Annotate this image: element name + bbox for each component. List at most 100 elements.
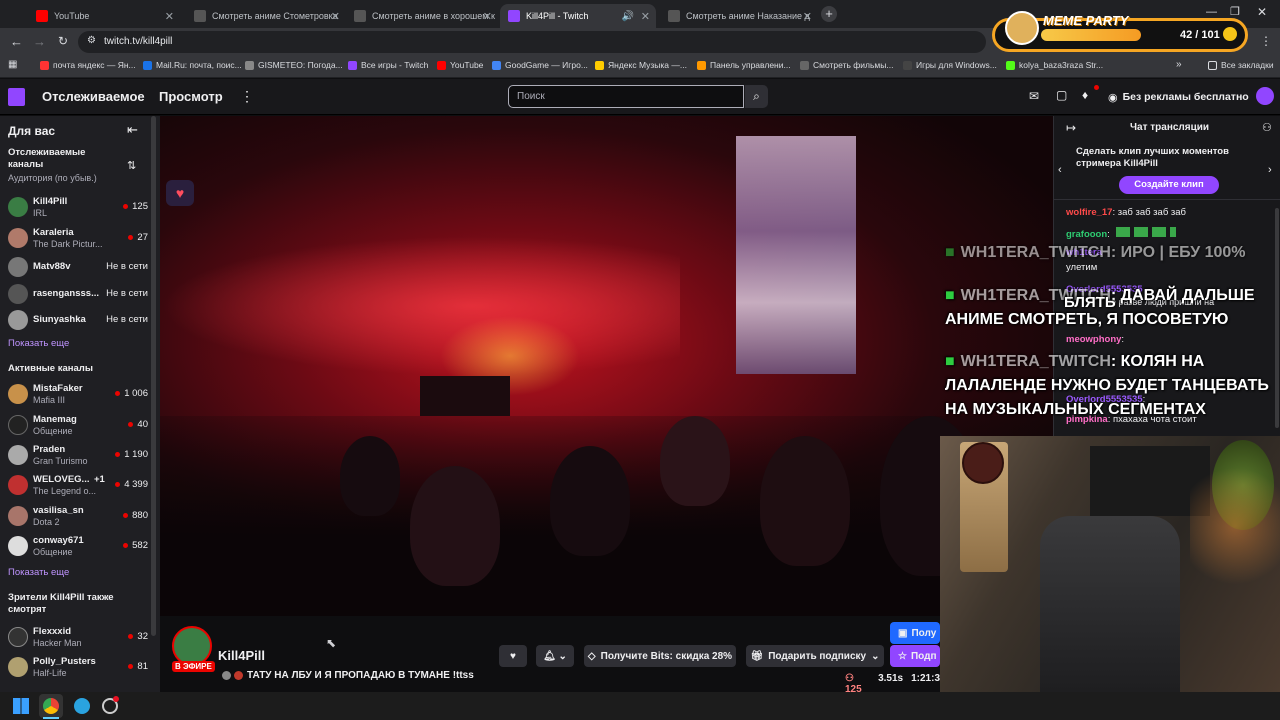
bookmark-item[interactable]: GoodGame — Игро... <box>492 60 588 70</box>
drops-label: Полу <box>911 627 937 639</box>
telegram-icon[interactable] <box>74 698 90 714</box>
streamer-avatar[interactable] <box>172 626 212 666</box>
prime-icon[interactable]: ♦ <box>1082 88 1088 102</box>
notifications-button[interactable]: 🔔︎ ⌄ <box>536 645 574 667</box>
chat-text: : <box>1121 334 1125 345</box>
kick-icon: ■ <box>945 287 955 304</box>
chat-user[interactable]: wolfire_17 <box>1066 207 1112 218</box>
collapse-chat-icon[interactable]: ↦ <box>1066 121 1076 135</box>
gift-sub-button[interactable]: 🎁︎ Подарить подписку ⌄ <box>746 645 884 667</box>
tab-anime-1[interactable]: Смотреть аниме Стометровка ✕ <box>186 4 346 28</box>
back-icon[interactable]: ← <box>10 34 23 49</box>
sidebar-channel[interactable]: conway671 Общение 582 <box>8 534 148 560</box>
clip-banner-text: Сделать клип лучших моментов стримера Ki… <box>1076 146 1229 169</box>
bookmark-item[interactable]: Игры для Windows... <box>903 60 997 70</box>
bits-icon: ◇ <box>587 650 596 662</box>
bookmark-item[interactable]: Панель управлени... <box>697 60 791 70</box>
whispers-icon[interactable]: ▢ <box>1056 88 1067 102</box>
reload-icon[interactable]: ↻ <box>58 34 68 48</box>
twitch-logo-icon[interactable] <box>8 88 25 106</box>
sidebar-channel[interactable]: Manemag Общение 40 <box>8 413 148 439</box>
chat-user[interactable]: grafooon <box>1066 229 1107 240</box>
follow-button[interactable]: ♥ <box>499 645 527 667</box>
close-icon[interactable]: ✕ <box>165 10 174 23</box>
channel-name: Karaleria <box>33 227 74 238</box>
menu-dots-icon[interactable]: ⋮ <box>1260 34 1272 48</box>
clip-banner: ‹ Сделать клип лучших моментов стримера … <box>1054 140 1280 200</box>
sidebar-channel[interactable]: WELOVEG... The Legend o... +1 4 399 <box>8 473 148 499</box>
bookmark-item[interactable]: Смотреть фильмы... <box>800 60 893 70</box>
sidebar-channel[interactable]: Siunyashka Не в сети <box>8 308 148 334</box>
get-bits-button[interactable]: ◇ Получите Bits: скидка 28% <box>584 645 736 667</box>
apps-grid-icon[interactable]: ▦ <box>8 59 17 70</box>
nav-following[interactable]: Отслеживаемое <box>42 89 145 104</box>
speaker-icon[interactable]: 🔊 <box>622 11 634 22</box>
sidebar-channel[interactable]: MistaFaker Mafia III 1 006 <box>8 382 148 408</box>
chrome-taskbar-item[interactable] <box>39 694 63 718</box>
tab-anime-3[interactable]: Смотреть аниме Наказание д ✕ <box>660 4 818 28</box>
bookmark-item[interactable]: YouTube <box>437 60 483 70</box>
search-icon[interactable]: ⌕ <box>745 85 768 108</box>
forward-icon[interactable]: → <box>33 34 46 49</box>
bookmark-item[interactable]: Яндекс Музыка —... <box>595 60 687 70</box>
show-more-link[interactable]: Показать еще <box>8 338 69 349</box>
sidebar-channel[interactable]: Matv88v Не в сети <box>8 255 148 281</box>
show-more-link[interactable]: Показать еще <box>8 567 69 578</box>
bookmark-item[interactable]: GISMETEO: Погода... <box>245 60 343 70</box>
sort-icon[interactable]: ⇅ <box>127 159 136 172</box>
tab-label: YouTube <box>54 11 90 21</box>
windows-start-icon[interactable] <box>13 698 29 714</box>
more-menu-icon[interactable]: ⋮ <box>240 88 254 105</box>
bookmark-item[interactable]: Все игры - Twitch <box>348 60 428 70</box>
channel-title[interactable]: Kill4Pill <box>218 648 265 663</box>
all-bookmarks[interactable]: Все закладки <box>1208 60 1274 70</box>
user-avatar[interactable] <box>1256 87 1274 105</box>
drops-button[interactable]: ▣ Полу <box>890 622 940 644</box>
close-icon[interactable]: ✕ <box>641 10 650 23</box>
viewer-count: 81 <box>128 661 148 672</box>
heart-icon[interactable]: ♥ <box>166 180 194 206</box>
more-bookmarks-icon[interactable]: » <box>1176 59 1182 70</box>
chevron-right-icon[interactable]: › <box>1268 164 1272 176</box>
create-clip-button[interactable]: Создайте клип <box>1119 176 1219 194</box>
collapse-sidebar-icon[interactable]: ⇤ <box>127 122 138 138</box>
minimize-button[interactable]: — <box>1206 6 1217 18</box>
tab-twitch[interactable]: Kill4Pill - Twitch 🔊 ✕ <box>500 4 656 28</box>
search-input[interactable]: Поиск <box>508 85 744 108</box>
nav-browse[interactable]: Просмотр <box>159 89 223 104</box>
close-icon[interactable]: ✕ <box>483 10 492 23</box>
video-player[interactable]: ♥ <box>160 116 1053 616</box>
subscribe-button[interactable]: ☆ Подп <box>890 645 940 667</box>
sidebar-channel[interactable]: Karaleria The Dark Pictur... 27 <box>8 226 148 252</box>
sidebar-channel[interactable]: Flexxxid Hacker Man 32 <box>8 625 148 651</box>
close-window-button[interactable]: ✕ <box>1257 5 1267 19</box>
site-info-icon[interactable]: ⚙ <box>87 35 96 46</box>
bookmark-item[interactable]: Mail.Ru: почта, поис... <box>143 60 242 70</box>
viewer-count: 32 <box>128 631 148 642</box>
close-icon[interactable]: ✕ <box>803 10 812 23</box>
users-icon[interactable]: ⚇ <box>1262 121 1272 134</box>
sidebar-scrollbar[interactable] <box>151 116 156 636</box>
avatar <box>8 445 28 465</box>
sidebar-channel[interactable]: vasilisa_sn Dota 2 880 <box>8 504 148 530</box>
chat-scrollbar[interactable] <box>1275 208 1279 428</box>
no-ads-button[interactable]: ◉ Без рекламы бесплатно <box>1108 88 1249 106</box>
search-placeholder: Поиск <box>517 91 545 102</box>
chevron-left-icon[interactable]: ‹ <box>1058 164 1062 176</box>
inbox-icon[interactable]: ✉ <box>1029 89 1039 103</box>
tab-youtube[interactable]: YouTube ✕ <box>28 4 180 28</box>
new-tab-button[interactable]: + <box>821 6 837 22</box>
sidebar-channel[interactable]: rasengansss... Не в сети <box>8 282 148 308</box>
address-bar[interactable]: ⚙ twitch.tv/kill4pill <box>78 31 986 53</box>
chat-user[interactable]: meowphony <box>1066 334 1121 345</box>
gift-label: Подарить подписку <box>768 650 867 662</box>
sidebar-channel[interactable]: Kill4Pill IRL 125 <box>8 195 148 221</box>
sidebar-channel[interactable]: Praden Gran Turismo 1 190 <box>8 443 148 469</box>
close-icon[interactable]: ✕ <box>331 10 340 23</box>
sidebar-channel[interactable]: Polly_Pusters Half-Life 81 <box>8 655 148 681</box>
bookmark-item[interactable]: почта яндекс — Ян... <box>40 60 136 70</box>
tab-anime-2[interactable]: Смотреть аниме в хорошем к ✕ <box>346 4 498 28</box>
maximize-button[interactable]: ❐ <box>1230 5 1240 18</box>
offline-status: Не в сети <box>106 314 148 325</box>
bookmark-item[interactable]: kolya_baza3raza Str... <box>1006 60 1103 70</box>
